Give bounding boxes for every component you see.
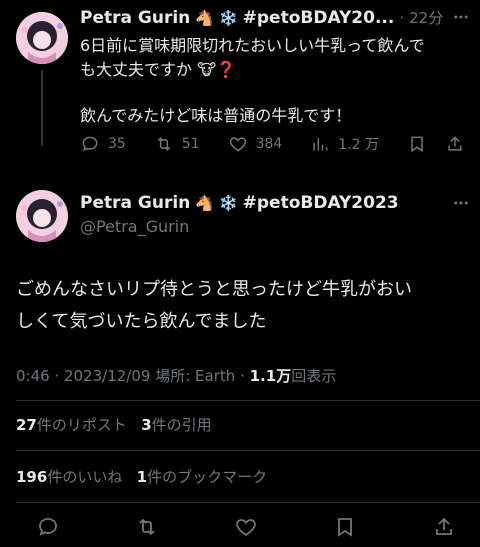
reply-button[interactable]: 35	[80, 134, 126, 154]
avatar[interactable]	[16, 190, 68, 242]
meta-separator: ·	[240, 367, 245, 385]
reposts-stat-label: 件のリポスト	[36, 416, 127, 434]
bookmarks-stat[interactable]: 1件のブックマーク	[137, 468, 267, 486]
post-actions: 35 51 384 1.2 万	[80, 134, 465, 154]
user-handle[interactable]: @Petra_Gurin	[80, 217, 189, 236]
hashtag[interactable]: #petoBDAY2023	[243, 193, 399, 213]
likes-stat[interactable]: 196件のいいね	[16, 468, 122, 486]
like-count: 384	[255, 136, 283, 152]
timestamp[interactable]: 22分	[409, 7, 443, 28]
views-icon	[313, 138, 328, 151]
horse-emoji: 🐴	[195, 194, 214, 212]
repost-icon	[157, 137, 171, 151]
reposts-stat[interactable]: 27件のリポスト	[16, 416, 127, 434]
post-header: Petra Gurin 🐴 ❄️ #petoBDAY2023	[80, 193, 399, 213]
avatar[interactable]	[16, 12, 68, 64]
like-button[interactable]: 384	[228, 134, 283, 154]
bookmark-icon[interactable]	[333, 515, 357, 539]
repost-stats: 27件のリポスト 3件の引用	[16, 414, 212, 435]
main-post-actions	[36, 515, 456, 539]
reposts-stat-count: 27	[16, 416, 37, 434]
post-text: 6日前に賞味期限切れたおいしい牛乳って飲んで も大丈夫ですか 🐮❓ 飲んでみたけ…	[80, 34, 470, 128]
post-text-line: 飲んでみたけど味は普通の牛乳です！	[80, 106, 352, 125]
post-location: 場所: Earth	[155, 367, 236, 385]
post-views-count: 1.1万	[249, 367, 292, 385]
repost-button[interactable]: 51	[154, 134, 200, 154]
display-name[interactable]: Petra Gurin	[80, 193, 190, 213]
separator: ·	[399, 8, 405, 27]
quotes-stat[interactable]: 3件の引用	[141, 416, 211, 434]
post-end-actions	[407, 134, 465, 154]
bookmark-icon[interactable]	[407, 134, 427, 154]
snowflake-emoji: ❄️	[218, 8, 238, 27]
post-text-segment: も大丈夫ですか	[80, 60, 193, 79]
quotes-stat-count: 3	[141, 416, 152, 434]
reply-count: 35	[108, 136, 126, 152]
post-text: ごめんなさいリプ待とうと思ったけど牛乳がおい しくて気づいたら飲んでました	[16, 274, 466, 338]
reply-icon[interactable]	[36, 515, 60, 539]
divider	[16, 400, 480, 401]
bookmarks-stat-count: 1	[136, 468, 148, 486]
divider	[16, 450, 480, 451]
horse-emoji: 🐴	[195, 8, 214, 27]
views-button[interactable]: 1.2 万	[310, 134, 379, 154]
cow-emoji: 🐮	[197, 60, 217, 79]
repost-icon[interactable]	[135, 515, 159, 539]
like-stats: 196件のいいね 1件のブックマーク	[16, 466, 267, 487]
more-icon[interactable]	[452, 194, 470, 216]
heart-icon[interactable]	[234, 515, 258, 539]
reply-icon	[82, 136, 98, 152]
likes-stat-label: 件のいいね	[47, 468, 123, 486]
hashtag[interactable]: #petoBDAY20...	[243, 8, 395, 28]
bookmarks-stat-label: 件のブックマーク	[147, 468, 268, 486]
share-icon[interactable]	[445, 134, 465, 154]
thread-line	[41, 70, 43, 146]
more-icon[interactable]	[452, 8, 470, 30]
avatar-image	[16, 190, 68, 242]
post-text-line: ごめんなさいリプ待とうと思ったけど牛乳がおい	[16, 279, 412, 300]
repost-count: 51	[181, 136, 200, 152]
question-emoji: ❓	[216, 60, 236, 79]
post-text-line: しくて気づいたら飲んでました	[16, 311, 267, 332]
post-time[interactable]: 0:46 · 2023/12/09	[16, 367, 150, 385]
post-header: Petra Gurin 🐴 ❄️ #petoBDAY20... · 22分	[80, 7, 443, 28]
divider	[16, 502, 480, 503]
views-count: 1.2 万	[338, 137, 380, 153]
post-text-line: 6日前に賞味期限切れたおいしい牛乳って飲んで	[80, 36, 425, 55]
avatar-image	[16, 12, 68, 64]
likes-stat-count: 196	[16, 468, 48, 486]
display-name[interactable]: Petra Gurin	[80, 8, 190, 28]
post-meta: 0:46 · 2023/12/09 場所: Earth · 1.1万回表示	[16, 365, 336, 386]
post-text-line: も大丈夫ですか 🐮❓	[80, 58, 470, 82]
heart-icon	[229, 137, 246, 152]
post-views-label: 回表示	[291, 367, 337, 385]
share-icon[interactable]	[432, 515, 456, 539]
quotes-stat-label: 件の引用	[151, 416, 212, 434]
snowflake-emoji: ❄️	[218, 194, 238, 212]
